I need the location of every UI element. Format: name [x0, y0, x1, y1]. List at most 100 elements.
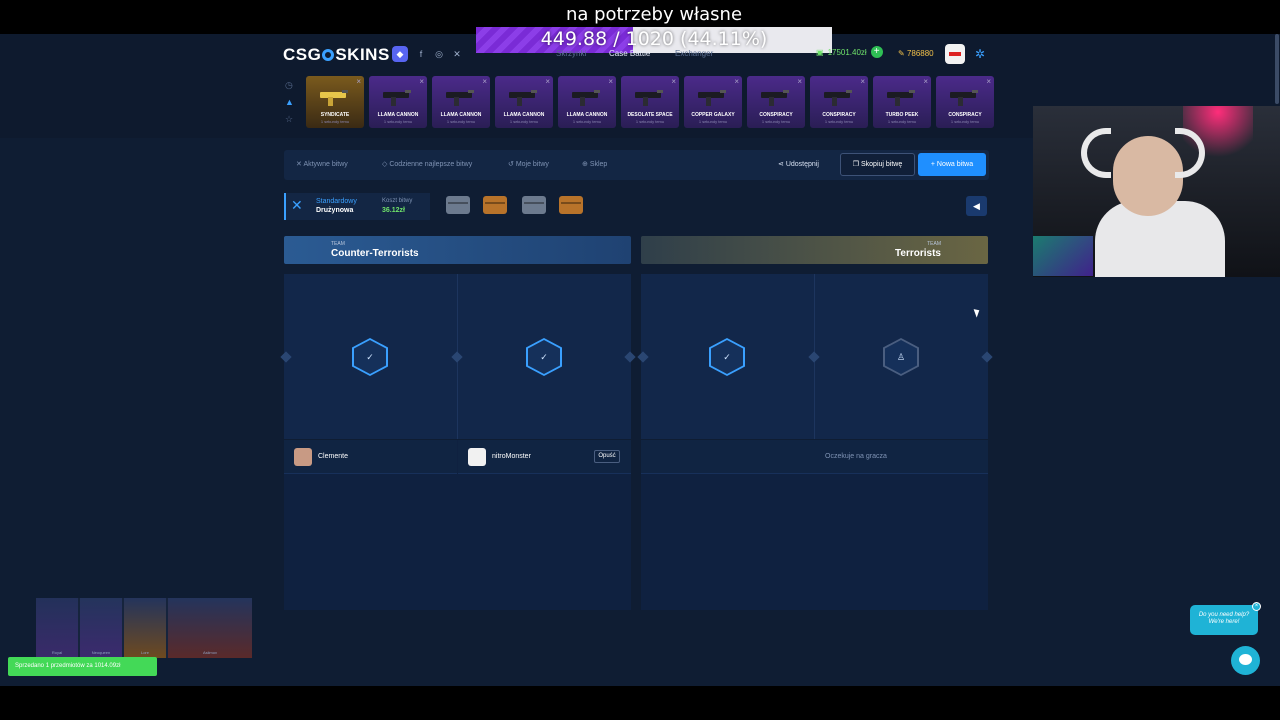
share-icon: ⋖	[778, 161, 786, 168]
drop-name: Royal	[51, 650, 63, 655]
team-ct-name: Counter-Terrorists	[331, 248, 419, 259]
tab-shop[interactable]: ⊕ Sklep	[582, 160, 607, 168]
scrollbar[interactable]	[1275, 34, 1279, 104]
drop-name: LLAMA CANNON	[503, 112, 545, 118]
drop-name: TURBO PEEK	[885, 112, 919, 118]
drop-name: SYNDICATE	[320, 112, 350, 118]
balance-value: 17501.40zł	[827, 47, 867, 57]
weapon-icon	[824, 90, 852, 106]
close-icon[interactable]: ×	[986, 77, 991, 86]
drop-card[interactable]: × CONSPIRACY 1 sekundy temu	[936, 76, 994, 128]
deposit-plus-icon[interactable]: +	[870, 46, 883, 58]
wallet-icon: ▣	[816, 47, 824, 57]
drop-time: 1 sekundy temu	[446, 119, 476, 124]
streamer-webcam	[1033, 106, 1280, 277]
close-icon[interactable]: ×	[482, 77, 487, 86]
nav-cases[interactable]: Skrzynki	[556, 49, 586, 58]
tab-my-battles[interactable]: ↺ Moje bitwy	[508, 160, 549, 168]
site-logo[interactable]: CSG SKINS	[283, 45, 390, 65]
drop-name: LLAMA CANNON	[566, 112, 608, 118]
recent-drops-widget: Royal Neoqueen Lore Asiimov	[36, 598, 252, 658]
share-label: Udostępnij	[785, 161, 819, 168]
case-icon[interactable]	[559, 196, 583, 214]
balance-display[interactable]: ▣ 17501.40zł +	[816, 46, 883, 58]
facebook-icon[interactable]: f	[414, 47, 428, 61]
close-icon[interactable]: ×	[419, 77, 424, 86]
star-icon[interactable]: ☆	[285, 114, 293, 125]
close-icon[interactable]: ×	[356, 77, 361, 86]
sold-items-toast[interactable]: Sprzedano 1 przedmiotów za 1014.09zł	[8, 657, 157, 676]
copy-icon: ❐	[852, 161, 861, 168]
close-icon[interactable]: ×	[923, 77, 928, 86]
user-avatar[interactable]	[945, 44, 965, 64]
donation-goal-text: 449.88 / 1020 (44.11%)	[540, 28, 768, 50]
close-icon[interactable]: ×	[608, 77, 613, 86]
weapon-icon	[698, 90, 726, 106]
tab-daily-best-battles[interactable]: ◇ Codzienne najlepsze bitwy	[382, 160, 472, 168]
drop-card[interactable]: × LLAMA CANNON 1 sekundy temu	[369, 76, 427, 128]
nav-exchanger[interactable]: Exchanger	[675, 49, 713, 58]
history-icon[interactable]: ◷	[285, 80, 293, 91]
recent-drop[interactable]: Lore	[124, 598, 166, 658]
discord-icon[interactable]: ◆	[392, 46, 408, 62]
new-battle-button[interactable]: + Nowa bitwa	[918, 153, 986, 176]
recent-drop[interactable]: Neoqueen	[80, 598, 122, 658]
drop-time: 1 sekundy temu	[761, 119, 791, 124]
tab-label: Codzienne najlepsze bitwy	[389, 161, 473, 168]
close-icon[interactable]: ×	[734, 77, 739, 86]
gear-icon[interactable]: ✲	[975, 47, 985, 61]
drop-name: CONSPIRACY	[822, 112, 856, 118]
battle-cost-value: 36.12zł	[382, 207, 405, 214]
drop-card[interactable]: × COPPER GALAXY 1 sekundy temu	[684, 76, 742, 128]
drop-time: 1 sekundy temu	[320, 119, 350, 124]
close-icon[interactable]: ×	[671, 77, 676, 86]
case-icon[interactable]	[483, 196, 507, 214]
team-t-header: TEAM Terrorists	[641, 236, 988, 264]
drop-name: Lore	[140, 650, 149, 655]
case-icon[interactable]	[446, 196, 470, 214]
weapon-icon	[761, 90, 789, 106]
drop-card[interactable]: × LLAMA CANNON 1 sekundy temu	[432, 76, 490, 128]
case-icon[interactable]	[522, 196, 546, 214]
drop-card[interactable]: × SYNDICATE 1 sekundy temu	[306, 76, 364, 128]
close-icon[interactable]: ×	[797, 77, 802, 86]
share-button[interactable]: ⋖ Udostępnij	[778, 160, 819, 168]
recent-drop[interactable]: Royal	[36, 598, 78, 658]
tab-label: Aktywne bitwy	[303, 161, 348, 168]
chat-icon[interactable]	[1231, 646, 1260, 675]
drop-name: LLAMA CANNON	[440, 112, 482, 118]
coins-display[interactable]: ✎ 786880	[898, 49, 934, 58]
drop-card[interactable]: × DESOLATE SPACE 1 sekundy temu	[621, 76, 679, 128]
waiting-for-player: Oczekuje na gracza	[825, 453, 887, 460]
close-icon[interactable]: ×	[1252, 602, 1261, 611]
help-bubble[interactable]: Do you need help? We're here! ×	[1190, 602, 1261, 635]
drop-card[interactable]: × CONSPIRACY 1 sekundy temu	[747, 76, 805, 128]
sound-toggle-icon[interactable]: ◀	[966, 196, 987, 216]
coin-icon: ✎	[898, 49, 907, 58]
thumbs-up-icon[interactable]: ▲	[285, 97, 294, 107]
recent-drop[interactable]: Asiimov	[168, 598, 252, 658]
drop-name: Neoqueen	[91, 650, 111, 655]
drop-time: 1 sekundy temu	[824, 119, 854, 124]
tab-active-battles[interactable]: ✕ Aktywne bitwy	[296, 160, 348, 168]
drop-card[interactable]: × CONSPIRACY 1 sekundy temu	[810, 76, 868, 128]
drop-name: COPPER GALAXY	[691, 112, 735, 118]
copy-battle-button[interactable]: ❐ Skopiuj bitwę	[840, 153, 915, 176]
weapon-icon	[950, 90, 978, 106]
drop-name: CONSPIRACY	[759, 112, 793, 118]
copy-label: Skopiuj bitwę	[860, 161, 903, 168]
cart-icon: ⊕	[582, 161, 590, 168]
drop-card[interactable]: × TURBO PEEK 1 sekundy temu	[873, 76, 931, 128]
close-icon[interactable]: ×	[860, 77, 865, 86]
instagram-icon[interactable]: ◎	[432, 47, 446, 61]
drop-card[interactable]: × LLAMA CANNON 1 sekundy temu	[495, 76, 553, 128]
weapon-icon	[887, 90, 915, 106]
drop-name: CONSPIRACY	[948, 112, 982, 118]
drop-name: LLAMA CANNON	[377, 112, 419, 118]
nav-case-battle[interactable]: Case Battle	[609, 49, 650, 58]
leave-battle-button[interactable]: Opuść	[594, 450, 620, 463]
x-icon[interactable]: ✕	[450, 47, 464, 61]
drop-card[interactable]: × LLAMA CANNON 1 sekundy temu	[558, 76, 616, 128]
team-t-players: Oczekuje na gracza	[641, 440, 988, 610]
close-icon[interactable]: ×	[545, 77, 550, 86]
